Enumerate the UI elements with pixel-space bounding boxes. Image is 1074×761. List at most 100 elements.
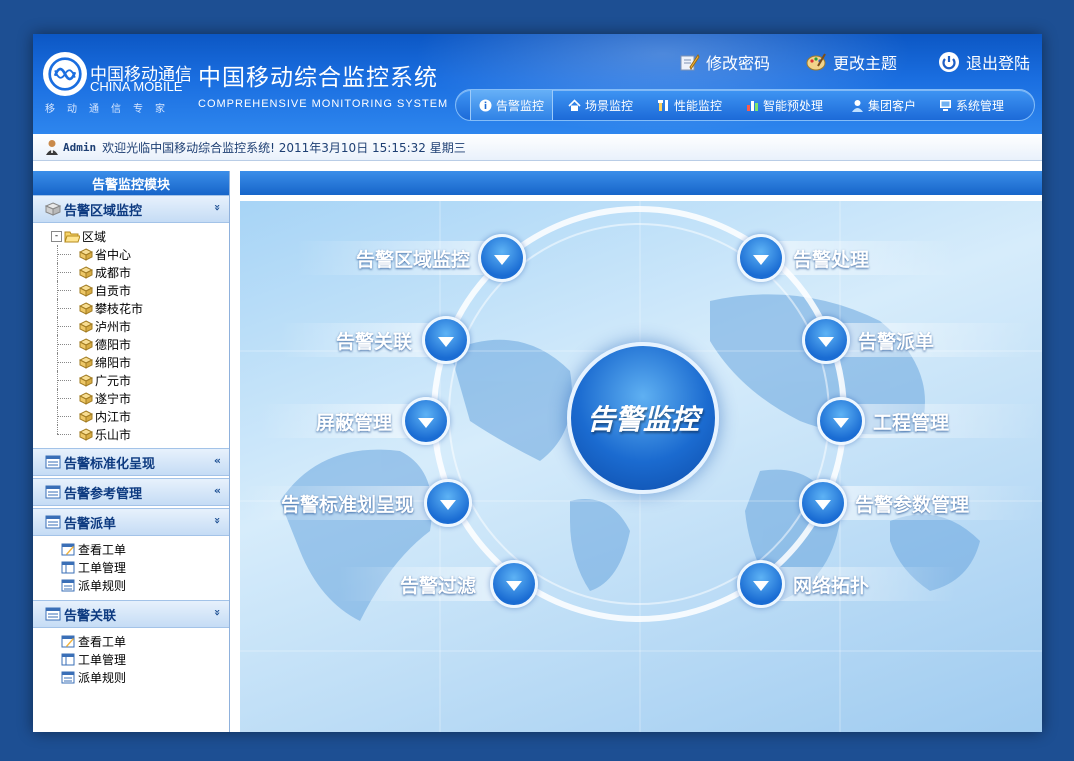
dropdown-button[interactable]	[737, 234, 785, 282]
list-item-label: 查看工单	[78, 542, 127, 557]
module-alarm-processing[interactable]: 告警处理	[737, 234, 957, 282]
tree-item[interactable]: 成都市	[51, 263, 229, 281]
package-icon	[79, 373, 93, 387]
tree-item[interactable]: 遂宁市	[51, 389, 229, 407]
view-order-icon	[61, 635, 75, 648]
tree-connector	[57, 425, 70, 434]
module-dispatch[interactable]: 告警派单	[802, 316, 1032, 364]
module-area-monitor[interactable]: 告警区域监控	[296, 234, 526, 282]
tree-item-label: 泸州市	[95, 319, 132, 334]
dropdown-button[interactable]	[737, 560, 785, 608]
dropdown-button[interactable]	[422, 316, 470, 364]
username: Admin	[63, 140, 97, 154]
chevron-down-icon[interactable]: »	[211, 517, 224, 524]
list-item[interactable]: 查看工单	[61, 540, 229, 558]
tree-item[interactable]: 自贡市	[51, 281, 229, 299]
tree-item[interactable]: 内江市	[51, 407, 229, 425]
package-icon	[79, 391, 93, 405]
palette-icon	[805, 51, 827, 73]
chevron-down-icon[interactable]: »	[211, 204, 224, 211]
nav-label: 智能预处理	[763, 98, 824, 113]
chevron-down-icon[interactable]: »	[211, 609, 224, 616]
list-item-label: 查看工单	[78, 634, 127, 649]
nav-system-admin[interactable]: 系统管理	[939, 90, 1004, 120]
nav-performance-monitor[interactable]: 性能监控	[657, 90, 722, 120]
module-network-topology[interactable]: 网络拓扑	[737, 560, 957, 608]
dropdown-button[interactable]	[402, 397, 450, 445]
dropdown-button[interactable]	[799, 479, 847, 527]
tree-item[interactable]: 德阳市	[51, 335, 229, 353]
package-icon	[79, 301, 93, 315]
triangle-down-icon	[494, 254, 510, 265]
header: 中国移动通信 CHINA MOBILE 移动通信专家 中国移动综合监控系统 CO…	[33, 34, 1042, 134]
list-item-label: 工单管理	[78, 652, 127, 667]
list-item[interactable]: 查看工单	[61, 632, 229, 650]
module-label: 工程管理	[873, 411, 950, 434]
nav-group-customer[interactable]: 集团客户	[851, 90, 916, 120]
rules-icon	[61, 579, 75, 592]
tree-item[interactable]: 攀枝花市	[51, 299, 229, 317]
info-icon	[479, 99, 492, 112]
system-title: 中国移动综合监控系统	[198, 65, 438, 91]
tree-item[interactable]: 泸州市	[51, 317, 229, 335]
module-label: 告警派单	[858, 330, 935, 353]
tree-connector	[57, 362, 71, 363]
dropdown-button[interactable]	[817, 397, 865, 445]
section-area-monitor[interactable]: 告警区域监控 »	[33, 195, 229, 223]
tree-item[interactable]: 广元市	[51, 371, 229, 389]
main-panel-header	[240, 171, 1042, 195]
change-theme-link[interactable]: 更改主题	[805, 50, 897, 74]
chevron-up-icon[interactable]: «	[214, 454, 221, 467]
module-label: 告警区域监控	[355, 248, 470, 271]
module-filter[interactable]: 告警过滤	[338, 560, 538, 608]
module-label: 屏蔽管理	[315, 411, 392, 434]
package-icon	[79, 247, 93, 261]
dropdown-button[interactable]	[424, 479, 472, 527]
section-reference-management[interactable]: 告警参考管理 «	[33, 478, 229, 506]
module-relation[interactable]: 告警关联	[280, 316, 470, 364]
triangle-down-icon	[833, 417, 849, 428]
order-manage-icon	[61, 561, 75, 574]
tree-connector	[57, 380, 71, 381]
logout-label: 退出登陆	[966, 54, 1031, 73]
nav-label: 性能监控	[674, 98, 723, 113]
package-icon	[79, 283, 93, 297]
nav-smart-preprocess[interactable]: 智能预处理	[746, 90, 823, 120]
app-window: 中国移动通信 CHINA MOBILE 移动通信专家 中国移动综合监控系统 CO…	[33, 34, 1042, 732]
module-label: 告警参数管理	[855, 493, 970, 516]
collapse-icon[interactable]: -	[51, 230, 62, 242]
section-relation[interactable]: 告警关联 »	[33, 600, 229, 628]
module-project-management[interactable]: 工程管理	[817, 397, 1042, 445]
list-item-label: 派单规则	[78, 578, 127, 593]
logout-link[interactable]: 退出登陆	[938, 50, 1030, 74]
section-standard-presentation[interactable]: 告警标准化呈现 «	[33, 448, 229, 476]
tree-root[interactable]: - 区域	[51, 227, 229, 245]
module-label: 网络拓扑	[793, 574, 870, 597]
alarm-monitor-center-button[interactable]: 告警监控	[567, 342, 719, 494]
tree-item[interactable]: 省中心	[51, 245, 229, 263]
dropdown-button[interactable]	[478, 234, 526, 282]
nav-label: 场景监控	[585, 98, 634, 113]
nav-scene-monitor[interactable]: 场景监控	[568, 90, 633, 120]
module-parameter-management[interactable]: 告警参数管理	[799, 479, 1039, 527]
list-item[interactable]: 工单管理	[61, 650, 229, 668]
module-standard-presentation[interactable]: 告警标准划呈现	[242, 479, 472, 527]
section-label: 告警关联	[64, 608, 117, 624]
tree-item-label: 省中心	[95, 247, 132, 262]
list-item[interactable]: 工单管理	[61, 558, 229, 576]
nav-alarm-monitor[interactable]: 告警监控	[470, 90, 554, 120]
dropdown-button[interactable]	[802, 316, 850, 364]
module-mask-management[interactable]: 屏蔽管理	[260, 397, 450, 445]
list-item[interactable]: 派单规则	[61, 576, 229, 594]
section-dispatch[interactable]: 告警派单 »	[33, 508, 229, 536]
change-password-link[interactable]: 修改密码	[678, 50, 770, 74]
tree-item-label: 德阳市	[95, 337, 132, 352]
tree-item[interactable]: 绵阳市	[51, 353, 229, 371]
chevron-up-icon[interactable]: «	[214, 484, 221, 497]
tree-item-label: 攀枝花市	[95, 301, 144, 316]
tree-item[interactable]: 乐山市	[51, 425, 229, 443]
list-item[interactable]: 派单规则	[61, 668, 229, 686]
dispatch-list: 查看工单 工单管理 派单规则	[33, 536, 229, 598]
dropdown-button[interactable]	[490, 560, 538, 608]
module-label: 告警处理	[793, 248, 870, 271]
